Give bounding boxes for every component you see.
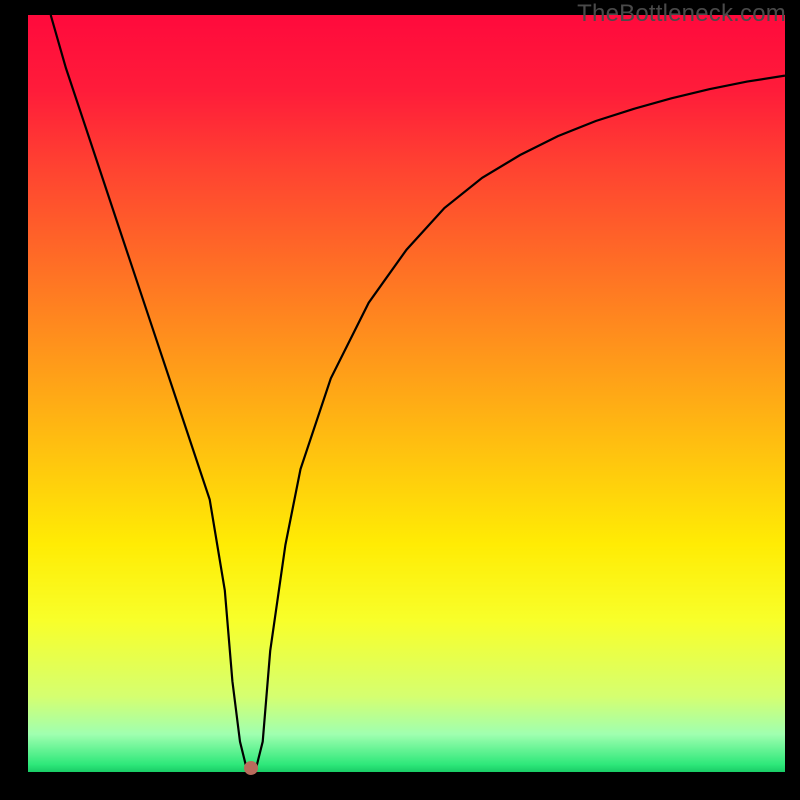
bottleneck-curve — [28, 15, 785, 772]
watermark-text: TheBottleneck.com — [577, 0, 786, 28]
chart-plot-area — [28, 15, 785, 772]
optimal-point-marker — [244, 761, 258, 775]
